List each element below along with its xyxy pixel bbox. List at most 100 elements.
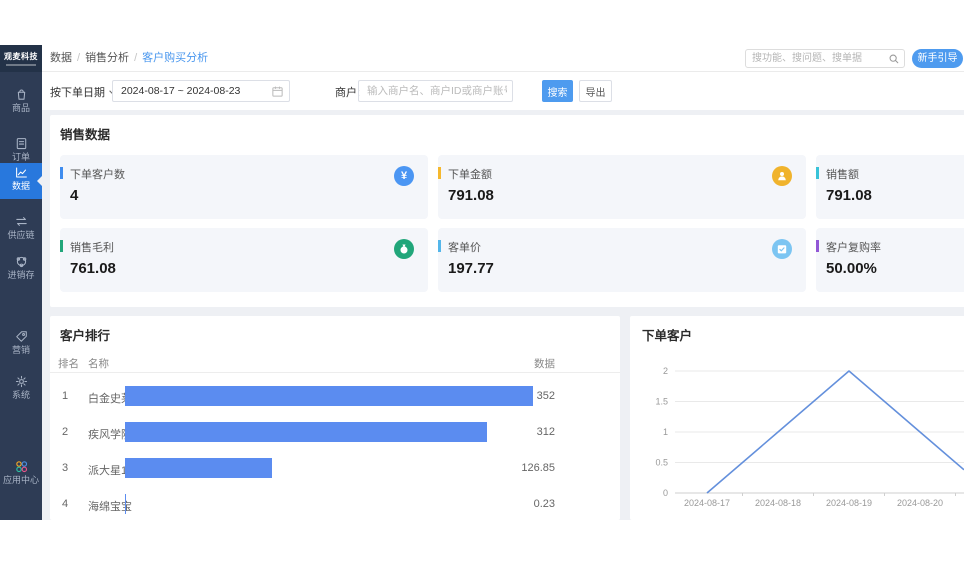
global-search-box	[745, 49, 905, 68]
panel-title: 客户排行	[60, 325, 110, 344]
sidebar-item-label: 营销	[0, 345, 42, 356]
column-name: 名称	[88, 356, 109, 371]
card-accent	[816, 167, 819, 179]
value-cell: 126.85	[521, 462, 555, 474]
value-cell: 0.23	[534, 498, 555, 510]
table-row: 3 派大星123 126.85	[50, 450, 620, 486]
stat-card-order-customers: 下单客户数 4 ¥	[60, 155, 428, 219]
svg-text:0.5: 0.5	[655, 458, 668, 468]
breadcrumb: 数据 / 销售分析 / 客户购买分析	[50, 45, 208, 72]
stat-value: 791.08	[448, 187, 494, 204]
stat-value: 791.08	[826, 187, 872, 204]
breadcrumb-link-sales-analysis[interactable]: 销售分析	[85, 52, 129, 64]
sidebar-item-supply-chain[interactable]: 供应链	[0, 212, 42, 248]
breadcrumb-current[interactable]: 客户购买分析	[142, 52, 208, 64]
page: 观麦科技 商品 订单 数据 供应链 进销存	[0, 0, 964, 565]
search-icon[interactable]	[888, 53, 900, 65]
date-type-label: 按下单日期	[50, 87, 105, 99]
card-accent	[60, 167, 63, 179]
breadcrumb-separator: /	[77, 52, 80, 64]
stat-card-gross-profit: 销售毛利 761.08	[60, 228, 428, 292]
date-range-input[interactable]	[121, 81, 266, 101]
user-icon	[772, 166, 792, 186]
value-cell: 312	[537, 426, 555, 438]
stat-card-order-amount: 下单金额 791.08	[438, 155, 806, 219]
card-accent	[60, 240, 63, 252]
brand-logo: 观麦科技	[0, 45, 42, 72]
export-button[interactable]: 导出	[579, 80, 612, 102]
sidebar-item-system[interactable]: 系统	[0, 372, 42, 408]
order-icon	[14, 136, 29, 151]
sidebar-item-marketing[interactable]: 营销	[0, 327, 42, 363]
line-chart-icon	[14, 165, 29, 180]
calendar-icon[interactable]	[271, 85, 284, 98]
beginner-guide-button[interactable]: 新手引导	[912, 49, 963, 68]
stat-label: 客单价	[448, 239, 481, 255]
value-bar	[125, 494, 126, 514]
app-center-icon	[14, 459, 29, 474]
supply-arrows-icon	[14, 214, 29, 229]
svg-text:1.5: 1.5	[655, 397, 668, 407]
sidebar-item-label: 进销存	[0, 270, 42, 281]
date-range-picker	[112, 80, 290, 102]
stat-label: 销售毛利	[70, 239, 114, 255]
date-type-select[interactable]: 按下单日期	[50, 84, 116, 100]
search-button[interactable]: 搜索	[542, 80, 573, 102]
order-customers-chart-panel: 下单客户 00.511.522024-08-172024-08-182024-0…	[630, 316, 964, 520]
panel-title: 销售数据	[60, 124, 110, 143]
stat-card-avg-ticket: 客单价 197.77	[438, 228, 806, 292]
merchant-label: 商户:	[335, 84, 360, 100]
svg-text:2024-08-19: 2024-08-19	[826, 498, 872, 508]
stat-label: 下单客户数	[70, 166, 125, 182]
ranking-table-header: 排名 名称 数据	[50, 356, 620, 372]
stat-label: 销售额	[826, 166, 859, 182]
svg-text:1: 1	[663, 427, 668, 437]
rank-cell: 3	[62, 462, 68, 474]
order-customers-line-chart: 00.511.522024-08-172024-08-182024-08-192…	[630, 316, 964, 520]
logo-subtext	[6, 64, 36, 66]
global-search-input[interactable]	[752, 50, 882, 67]
stat-card-sales-amount: 销售额 791.08	[816, 155, 964, 219]
sidebar-item-goods[interactable]: 商品	[0, 85, 42, 121]
stat-value: 4	[70, 187, 78, 204]
customer-ranking-panel: 客户排行 排名 名称 数据 1 白金史莱克 352 2 疾风学院 3	[50, 316, 620, 520]
rank-cell: 2	[62, 426, 68, 438]
rank-cell: 1	[62, 390, 68, 402]
sidebar-item-label: 订单	[0, 152, 42, 163]
merchant-search-box	[358, 80, 513, 102]
stat-label: 下单金额	[448, 166, 492, 182]
table-row: 1 白金史莱克 352	[50, 378, 620, 414]
money-bag-icon	[394, 239, 414, 259]
sidebar-item-app-center[interactable]: 应用中心	[0, 457, 42, 493]
merchant-search-input[interactable]	[367, 81, 507, 101]
admin-app: 观麦科技 商品 订单 数据 供应链 进销存	[0, 45, 964, 520]
svg-text:0: 0	[663, 488, 668, 498]
value-bar	[125, 386, 533, 406]
svg-text:2: 2	[663, 366, 668, 376]
svg-text:2024-08-18: 2024-08-18	[755, 498, 801, 508]
sales-data-panel: 销售数据 下单客户数 4 ¥ 下单金额 791.08	[50, 115, 964, 307]
card-accent	[438, 240, 441, 252]
price-tag-icon	[14, 329, 29, 344]
table-row: 4 海绵宝宝 0.23	[50, 486, 620, 522]
sidebar-item-data[interactable]: 数据	[0, 163, 42, 199]
calendar-check-icon	[772, 239, 792, 259]
breadcrumb-link-data[interactable]: 数据	[50, 52, 72, 64]
sidebar-item-inventory[interactable]: 进销存	[0, 252, 42, 288]
gear-icon	[14, 374, 29, 389]
stat-label: 客户复购率	[826, 239, 881, 255]
table-row: 2 疾风学院 312	[50, 414, 620, 450]
sidebar-item-label: 系统	[0, 390, 42, 401]
sidebar: 观麦科技 商品 订单 数据 供应链 进销存	[0, 45, 42, 520]
card-accent	[816, 240, 819, 252]
card-accent	[438, 167, 441, 179]
column-rank: 排名	[58, 356, 79, 371]
sidebar-item-label: 数据	[0, 181, 42, 192]
sidebar-item-label: 商品	[0, 103, 42, 114]
svg-text:2024-08-17: 2024-08-17	[684, 498, 730, 508]
main-content: 销售数据 下单客户数 4 ¥ 下单金额 791.08	[42, 110, 964, 520]
breadcrumb-separator: /	[134, 52, 137, 64]
column-value: 数据	[534, 356, 555, 371]
stat-value: 50.00%	[826, 260, 877, 277]
filter-bar: 按下单日期 商户: 搜索 导出	[42, 73, 964, 110]
